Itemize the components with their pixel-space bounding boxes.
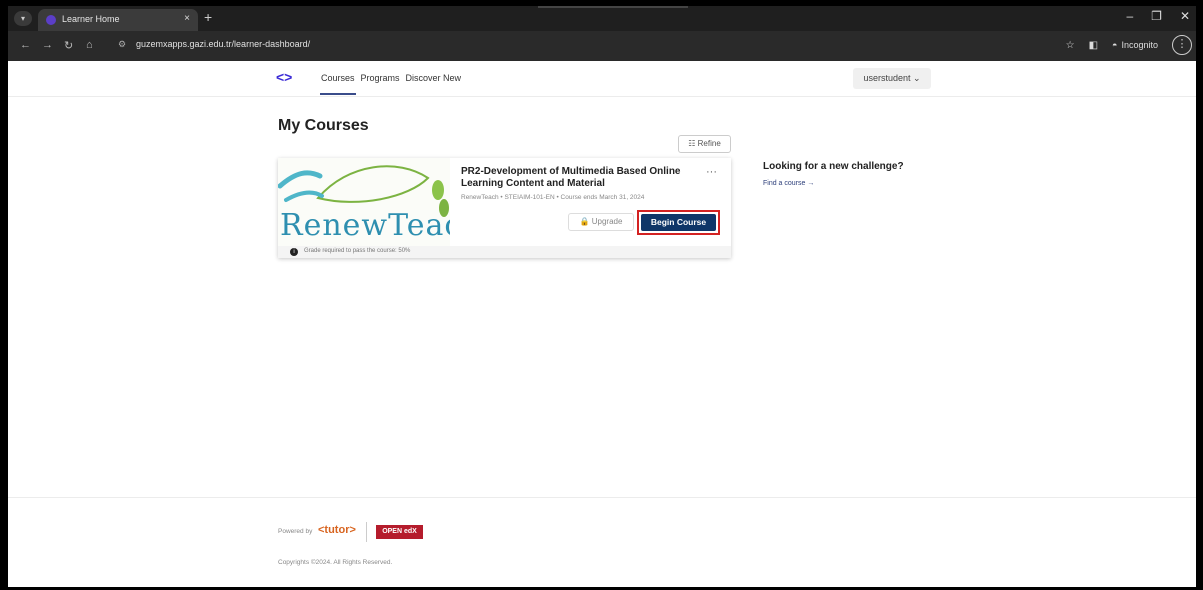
site-footer: Powered by <tutor> OPEN edX Copyrights ©… (8, 497, 1196, 587)
url-field[interactable]: ⚙ guzemxapps.gazi.edu.tr/learner-dashboa… (114, 37, 1054, 55)
grade-note: Grade required to pass the course: 50% (304, 248, 411, 254)
refine-button[interactable]: ☷ Refine (678, 135, 731, 153)
restore-icon[interactable]: ❐ (1151, 9, 1162, 23)
main-nav: Courses Programs Discover New (320, 73, 462, 95)
openedx-logo[interactable]: OPEN edX (376, 525, 423, 539)
incognito-label: Incognito (1121, 40, 1158, 50)
browser-tab-bar: ▾ Learner Home × + – ❐ ✕ (8, 6, 1196, 31)
side-panel-icon[interactable]: ◧ (1089, 40, 1098, 51)
page-title: My Courses (278, 117, 369, 134)
tutor-logo[interactable]: <tutor> (318, 524, 356, 536)
lock-icon: 🔒 (579, 217, 592, 226)
course-meta: RenewTeach • STEIAIM-101-EN • Course end… (461, 194, 645, 201)
refine-label: Refine (697, 139, 721, 148)
page: <> Courses Programs Discover New userstu… (8, 61, 1196, 587)
course-title[interactable]: PR2-Development of Multimedia Based Onli… (461, 166, 696, 190)
window-controls: – ❐ ✕ (1126, 9, 1190, 23)
footer-divider (366, 522, 367, 542)
site-info-icon[interactable]: ⚙ (118, 39, 126, 50)
tab-search-icon[interactable]: ▾ (14, 11, 32, 26)
minimize-icon[interactable]: – (1126, 9, 1133, 23)
logo-icon[interactable]: <> (276, 69, 292, 85)
upgrade-button[interactable]: 🔒 Upgrade (568, 213, 634, 231)
site-header: <> Courses Programs Discover New userstu… (8, 61, 1196, 97)
powered-by-label: Powered by (278, 528, 313, 535)
course-image-text: RenewTeach (280, 208, 450, 243)
nav-courses[interactable]: Courses (320, 73, 356, 95)
filter-icon: ☷ (688, 139, 698, 148)
back-icon[interactable]: ← (20, 39, 31, 51)
course-image[interactable]: RenewTeach (278, 158, 450, 246)
nav-programs[interactable]: Programs (360, 73, 401, 95)
home-icon[interactable]: ⌂ (86, 39, 93, 51)
upgrade-label: Upgrade (591, 217, 623, 226)
browser-tab[interactable]: Learner Home × (38, 9, 198, 31)
url-text: guzemxapps.gazi.edu.tr/learner-dashboard… (136, 39, 311, 49)
tabbar-divider (538, 6, 688, 8)
username: userstudent (863, 73, 911, 83)
close-window-icon[interactable]: ✕ (1180, 9, 1190, 23)
forward-icon[interactable]: → (42, 39, 53, 51)
favicon-icon (46, 15, 56, 25)
tab-title: Learner Home (62, 14, 120, 24)
highlight-box: Begin Course (637, 210, 720, 235)
copyright-text: Copyrights ©2024. All Rights Reserved. (278, 559, 393, 566)
begin-course-button[interactable]: Begin Course (641, 214, 716, 231)
bookmark-star-icon[interactable]: ☆ (1066, 40, 1075, 51)
browser-menu-icon[interactable]: ⋮ (1172, 35, 1192, 55)
user-menu-button[interactable]: userstudent ⌄ (853, 68, 931, 89)
chevron-down-icon: ⌄ (913, 73, 921, 83)
find-course-link[interactable]: Find a course → (763, 180, 814, 187)
sidebar-title: Looking for a new challenge? (763, 161, 904, 172)
incognito-icon: ◓ (1112, 40, 1118, 50)
address-bar: ← → ↻ ⌂ ⚙ guzemxapps.gazi.edu.tr/learner… (8, 31, 1196, 61)
reload-icon[interactable]: ↻ (64, 39, 73, 52)
new-tab-icon[interactable]: + (204, 9, 212, 25)
tab-close-icon[interactable]: × (184, 13, 190, 24)
more-options-icon[interactable]: ··· (706, 166, 717, 178)
info-icon: i (290, 248, 298, 256)
card-footer: i Grade required to pass the course: 50% (278, 246, 731, 258)
nav-discover-new[interactable]: Discover New (405, 73, 463, 95)
course-card: RenewTeach PR2-Development of Multimedia… (278, 158, 731, 258)
toolbar-right: ☆ ◧ ◓ Incognito ⋮ (1066, 35, 1196, 55)
incognito-indicator[interactable]: ◓ Incognito (1112, 40, 1158, 50)
